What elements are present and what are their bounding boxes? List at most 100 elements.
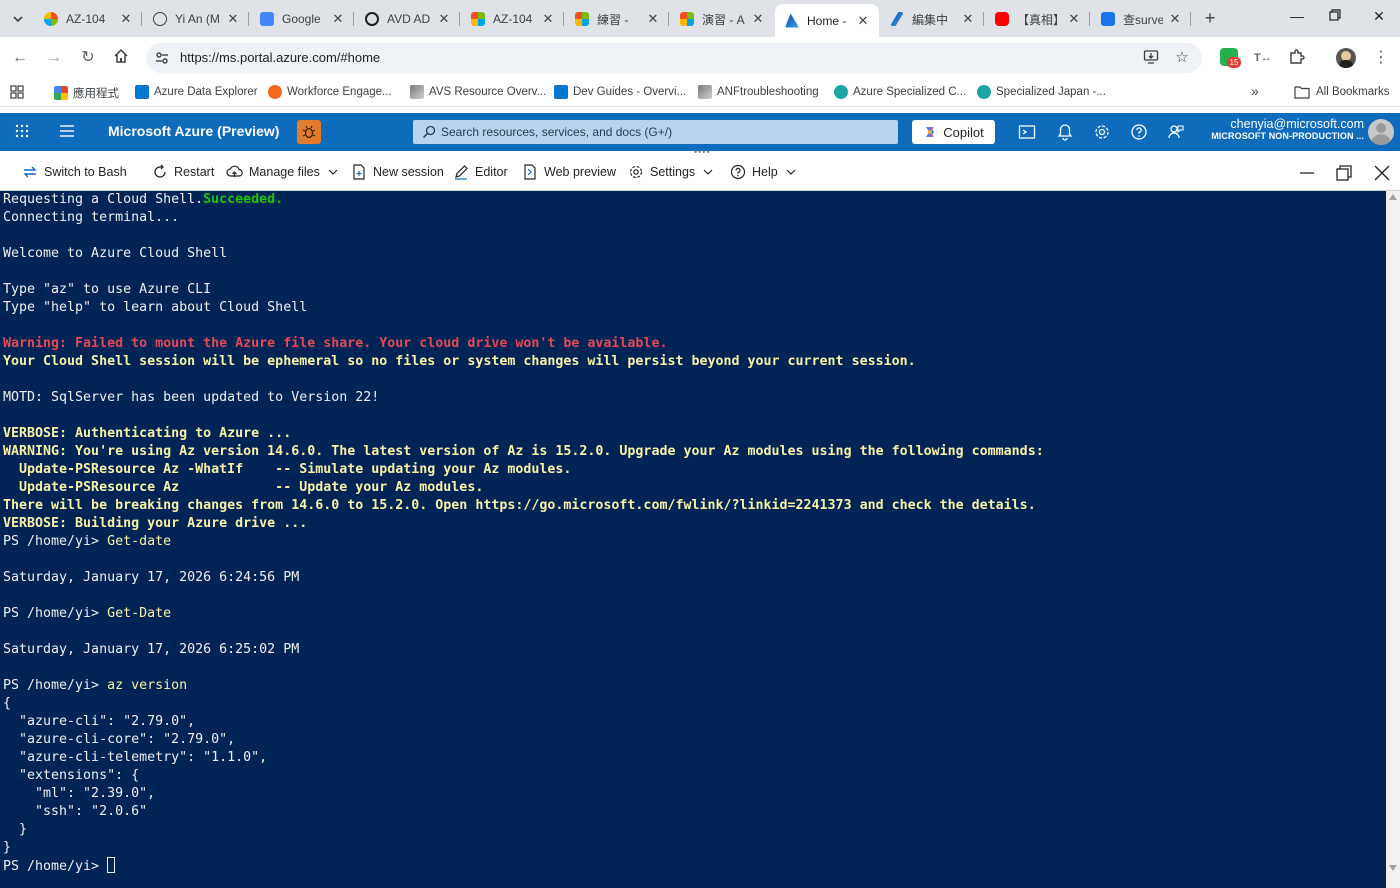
site-info-icon[interactable] <box>154 50 170 66</box>
terminal-text: Welcome to Azure Cloud Shell <box>3 246 228 261</box>
close-window-icon[interactable]: ✕ <box>1368 8 1390 28</box>
back-icon[interactable]: ← <box>10 48 30 68</box>
editor-button[interactable]: Editor <box>453 164 508 180</box>
notifications-bell-icon[interactable] <box>1056 123 1074 141</box>
extensions-puzzle-icon[interactable] <box>1288 48 1308 68</box>
browser-tab[interactable]: Home - ✕ <box>775 4 879 37</box>
maximize-panel-icon[interactable] <box>1335 164 1353 182</box>
account-info[interactable]: chenyia@microsoft.com MICROSOFT NON-PROD… <box>1211 117 1364 141</box>
hamburger-menu-icon[interactable] <box>59 124 75 138</box>
close-tab-icon[interactable]: ✕ <box>1066 11 1082 27</box>
portal-waffle-icon[interactable] <box>14 123 30 139</box>
translate-extension-icon[interactable]: T↔ <box>1254 48 1274 68</box>
switch-to-bash-button[interactable]: Switch to Bash <box>22 164 127 180</box>
close-tab-icon[interactable]: ✕ <box>1167 11 1183 27</box>
install-app-icon[interactable] <box>1142 49 1160 67</box>
terminal-line: "ssh": "2.0.6" <box>3 803 1044 821</box>
close-tab-icon[interactable]: ✕ <box>540 11 556 27</box>
settings-gear-icon[interactable] <box>1093 123 1111 141</box>
close-tab-icon[interactable]: ✕ <box>225 11 241 27</box>
scroll-up-arrow-icon[interactable] <box>1389 194 1397 200</box>
terminal-text: Get-date <box>107 534 172 549</box>
feedback-icon[interactable] <box>1167 123 1185 141</box>
manage-files-button[interactable]: Manage files <box>226 164 338 180</box>
address-bar[interactable]: https://ms.portal.azure.com/#home ☆ <box>146 43 1202 73</box>
more-bookmarks-button[interactable]: » <box>1251 83 1259 99</box>
close-tab-icon[interactable]: ✕ <box>645 11 661 27</box>
bookmark-workforce[interactable]: Workforce Engage... <box>268 85 392 99</box>
reload-icon[interactable]: ↻ <box>78 48 98 68</box>
preview-feedback-bug-icon[interactable] <box>297 120 321 144</box>
scroll-down-arrow-icon[interactable] <box>1389 865 1397 871</box>
terminal-text: "azure-cli-core": "2.79.0", <box>3 732 236 747</box>
close-panel-icon[interactable] <box>1373 164 1391 182</box>
openai-icon <box>365 12 379 26</box>
teal-icon <box>977 85 991 99</box>
browser-tab[interactable]: AZ-104 ✕ <box>34 5 142 33</box>
browser-menu-icon[interactable]: ⋮ <box>1371 48 1391 68</box>
bookmark-apps[interactable]: 應用程式 <box>54 85 119 101</box>
new-tab-button[interactable]: + <box>1199 9 1221 29</box>
terminal-text: az <box>107 678 124 693</box>
bookmark-avs[interactable]: AVS Resource Overv... <box>410 85 546 99</box>
cloud-shell-icon[interactable] <box>1018 123 1036 141</box>
copilot-button[interactable]: Copilot <box>912 120 995 144</box>
close-tab-icon[interactable]: ✕ <box>436 11 452 27</box>
help-icon[interactable] <box>1130 123 1148 141</box>
cloud-shell-terminal[interactable]: Requesting a Cloud Shell.Succeeded. Conne… <box>0 191 1386 888</box>
browser-tab[interactable]: 【真相】 ✕ <box>985 5 1090 33</box>
bookmark-specialized-japan[interactable]: Specialized Japan -... <box>977 85 1106 99</box>
url-text[interactable]: https://ms.portal.azure.com/#home <box>180 50 380 65</box>
devops-icon <box>554 85 568 99</box>
home-icon[interactable] <box>111 48 131 68</box>
browser-tab[interactable]: AZ-104 ✕ <box>461 5 564 33</box>
tab-search-button[interactable] <box>8 9 28 29</box>
azure-portal-header: Microsoft Azure (Preview) Search resourc… <box>0 113 1400 151</box>
terminal-text: } <box>3 822 28 837</box>
close-tab-icon[interactable]: ✕ <box>855 13 871 29</box>
browser-tab[interactable]: Google ✕ <box>250 5 354 33</box>
manage-files-label: Manage files <box>249 165 320 179</box>
restore-window-icon[interactable] <box>1324 8 1346 28</box>
bookmark-anf[interactable]: ANFtroubleshooting <box>698 85 819 99</box>
close-tab-icon[interactable]: ✕ <box>960 11 976 27</box>
web-preview-button[interactable]: Web preview <box>522 164 616 180</box>
forward-icon[interactable]: → <box>44 48 64 68</box>
minimize-icon[interactable]: — <box>1286 8 1308 28</box>
bookmark-azure-data-explorer[interactable]: Azure Data Explorer <box>135 85 258 99</box>
terminal-scrollbar[interactable] <box>1386 191 1400 888</box>
terminal-text: MOTD: SqlServer has been updated to Vers… <box>3 390 380 405</box>
browser-tab[interactable]: 演習 - A ✕ <box>670 5 774 33</box>
terminal-text: version <box>123 678 188 693</box>
help-label: Help <box>752 165 778 179</box>
bookmark-azure-specialized[interactable]: Azure Specialized C... <box>834 85 966 99</box>
all-bookmarks-button[interactable]: All Bookmarks <box>1294 85 1390 99</box>
help-button[interactable]: Help <box>730 164 796 180</box>
bookmark-star-icon[interactable]: ☆ <box>1173 49 1191 67</box>
side-panel-grid-icon[interactable] <box>10 85 24 99</box>
terminal-text: Get-Date <box>107 606 172 621</box>
browser-tab[interactable]: AVD AD ✕ <box>355 5 460 33</box>
global-search-input[interactable]: Search resources, services, and docs (G+… <box>413 120 898 144</box>
browser-tab[interactable]: 編集中 ✕ <box>880 5 984 33</box>
close-tab-icon[interactable]: ✕ <box>118 11 134 27</box>
azure-icon <box>785 13 799 28</box>
new-session-button[interactable]: New session <box>351 164 444 180</box>
minimize-panel-icon[interactable] <box>1298 164 1316 182</box>
wechat-extension-icon[interactable]: 15 <box>1220 48 1241 68</box>
settings-button[interactable]: Settings <box>628 164 713 180</box>
close-tab-icon[interactable]: ✕ <box>750 11 766 27</box>
azure-data-explorer-icon <box>135 85 149 99</box>
browser-tab[interactable]: 查surve ✕ <box>1091 5 1191 33</box>
restart-button[interactable]: Restart <box>152 164 214 180</box>
profile-avatar[interactable] <box>1336 48 1356 68</box>
browser-tab[interactable]: Yi An (M ✕ <box>143 5 249 33</box>
browser-tab[interactable]: 練習 - ✕ <box>565 5 669 33</box>
avatar[interactable] <box>1368 119 1394 145</box>
close-tab-icon[interactable]: ✕ <box>330 11 346 27</box>
portal-brand[interactable]: Microsoft Azure (Preview) <box>108 123 279 139</box>
bookmark-dev-guides[interactable]: Dev Guides - Overvi... <box>554 85 686 99</box>
